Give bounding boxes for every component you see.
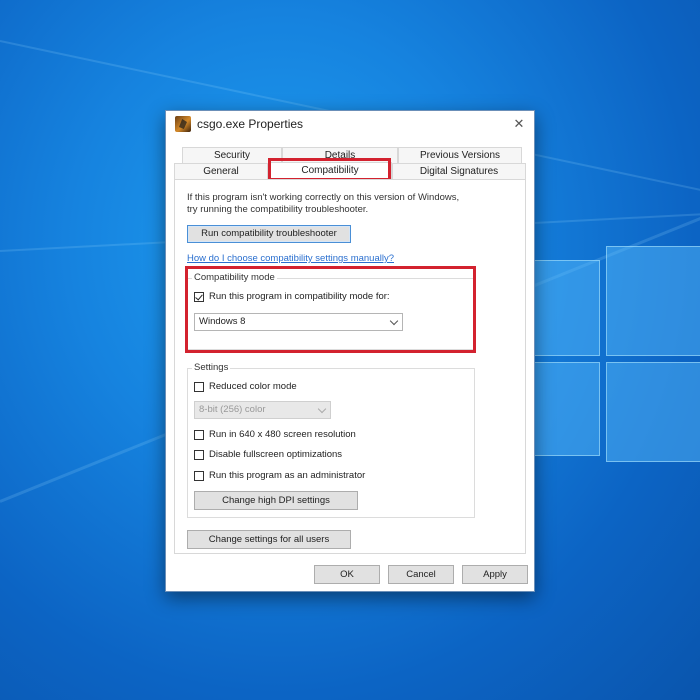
run-as-admin-row[interactable]: Run this program as an administrator <box>194 470 365 481</box>
tab-security[interactable]: Security <box>182 147 282 164</box>
close-icon[interactable]: ✕ <box>504 116 534 132</box>
tab-general[interactable]: General <box>174 163 268 180</box>
windows-logo-icon <box>512 238 700 462</box>
title-bar[interactable]: csgo.exe Properties ✕ <box>166 111 534 137</box>
run-as-admin-checkbox[interactable] <box>194 470 204 481</box>
ok-button[interactable]: OK <box>314 565 380 584</box>
properties-dialog: csgo.exe Properties ✕ Security Details P… <box>165 110 535 592</box>
compatibility-panel: If this program isn't working correctly … <box>174 179 526 554</box>
reduced-color-label: Reduced color mode <box>209 381 297 392</box>
fullscreen-opt-checkbox[interactable] <box>194 449 204 460</box>
reduced-color-row[interactable]: Reduced color mode <box>194 381 297 392</box>
tab-previous-versions[interactable]: Previous Versions <box>398 147 522 164</box>
color-depth-value: 8-bit (256) color <box>199 404 266 415</box>
run-as-admin-label: Run this program as an administrator <box>209 470 366 481</box>
apply-button[interactable]: Apply <box>462 565 528 584</box>
compatibility-mode-group: Compatibility mode Run this program in c… <box>187 272 475 350</box>
window-title: csgo.exe Properties <box>197 117 304 131</box>
csgo-app-icon <box>175 116 191 132</box>
intro-text: If this program isn't working correctly … <box>187 192 460 215</box>
compat-mode-checkbox-label: Run this program in compatibility mode f… <box>209 291 390 302</box>
os-version-select[interactable]: Windows 8 <box>194 313 403 331</box>
color-depth-select[interactable]: 8-bit (256) color <box>194 401 331 419</box>
fullscreen-opt-label: Disable fullscreen optimizations <box>209 449 343 460</box>
resolution-label: Run in 640 x 480 screen resolution <box>209 429 356 440</box>
chevron-down-icon <box>317 404 327 414</box>
compatibility-mode-label: Compatibility mode <box>192 272 277 283</box>
change-dpi-button[interactable]: Change high DPI settings <box>194 491 358 510</box>
tab-digital-signatures[interactable]: Digital Signatures <box>392 163 526 180</box>
fullscreen-opt-row[interactable]: Disable fullscreen optimizations <box>194 449 342 460</box>
change-settings-all-users-button[interactable]: Change settings for all users <box>187 530 351 549</box>
settings-group: Settings Reduced color mode 8-bit (256) … <box>187 362 475 518</box>
resolution-row[interactable]: Run in 640 x 480 screen resolution <box>194 429 356 440</box>
manual-settings-link[interactable]: How do I choose compatibility settings m… <box>187 253 394 264</box>
cancel-button[interactable]: Cancel <box>388 565 454 584</box>
run-troubleshooter-button[interactable]: Run compatibility troubleshooter <box>187 225 351 243</box>
tab-strip: Security Details Previous Versions Gener… <box>174 147 526 181</box>
os-version-value: Windows 8 <box>199 316 246 327</box>
compat-mode-checkbox[interactable] <box>194 291 204 302</box>
compat-mode-checkbox-row[interactable]: Run this program in compatibility mode f… <box>194 291 390 302</box>
reduced-color-checkbox[interactable] <box>194 381 204 392</box>
chevron-down-icon <box>389 316 399 326</box>
settings-label: Settings <box>192 362 231 373</box>
resolution-checkbox[interactable] <box>194 429 204 440</box>
